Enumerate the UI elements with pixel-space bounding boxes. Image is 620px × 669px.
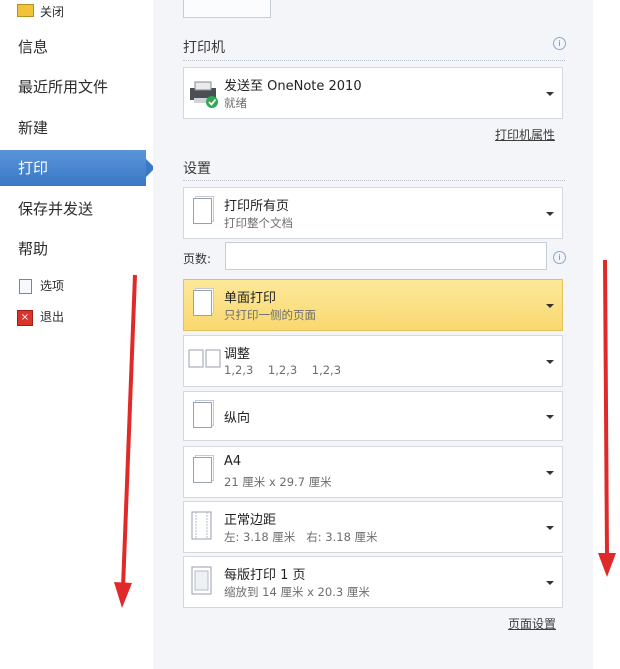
- paper-icon: [193, 457, 212, 483]
- margins-main: 正常边距: [224, 513, 277, 528]
- portrait-icon: [193, 402, 212, 428]
- nav-new[interactable]: 新建: [0, 110, 153, 146]
- nav-help-label: 帮助: [18, 240, 49, 258]
- paper-main: A4: [224, 454, 242, 469]
- sides-dropdown[interactable]: 单面打印 只打印一侧的页面: [183, 279, 563, 331]
- down-arrow-annotation-right: [598, 259, 616, 577]
- chevron-down-icon: [546, 581, 554, 585]
- chevron-down-icon: [546, 360, 554, 364]
- nav-print-label: 打印: [18, 159, 49, 177]
- backstage-nav: 关闭 信息 最近所用文件 新建 打印 保存并发送 帮助 选项 × 退出: [0, 0, 155, 669]
- margins-icon: [191, 511, 212, 540]
- pages-per-sheet-sub: 缩放到 14 厘米 x 20.3 厘米: [224, 585, 370, 599]
- margins-sub: 左: 3.18 厘米 右: 3.18 厘米: [224, 530, 378, 544]
- info-icon[interactable]: i: [553, 251, 566, 264]
- collate-icon: [188, 349, 221, 368]
- exit-icon: ×: [17, 310, 33, 326]
- nav-print[interactable]: 打印: [0, 150, 155, 186]
- printer-status: 就绪: [224, 96, 247, 110]
- nav-close[interactable]: 关闭: [0, 0, 153, 24]
- divider: [183, 180, 565, 181]
- chevron-down-icon: [546, 92, 554, 96]
- collate-main: 调整: [224, 347, 251, 362]
- print-range-dropdown[interactable]: 打印所有页 打印整个文档: [183, 187, 563, 239]
- nav-exit-label: 退出: [40, 310, 65, 324]
- printer-dropdown[interactable]: 发送至 OneNote 2010 就绪: [183, 67, 563, 119]
- settings-section-title: 设置: [183, 161, 211, 177]
- right-margin: [593, 0, 620, 669]
- chevron-down-icon: [546, 304, 554, 308]
- folder-icon: [17, 4, 34, 17]
- nav-save-send[interactable]: 保存并发送: [0, 191, 153, 227]
- nav-help[interactable]: 帮助: [0, 231, 153, 267]
- single-sided-icon: [193, 290, 212, 316]
- divider: [183, 60, 565, 61]
- print-panel: 打印机 i 发送至 OneNote 2010 就绪 打印机属性 设置 打印所有页…: [153, 0, 593, 669]
- pages-icon: [193, 198, 212, 224]
- nav-save-send-label: 保存并发送: [18, 200, 94, 218]
- collate-dropdown[interactable]: 调整 1,2,3 1,2,3 1,2,3: [183, 335, 563, 387]
- nav-new-label: 新建: [18, 119, 49, 137]
- paper-sub: 21 厘米 x 29.7 厘米: [224, 475, 332, 489]
- printer-name: 发送至 OneNote 2010: [224, 79, 362, 94]
- orientation-dropdown[interactable]: 纵向: [183, 391, 563, 441]
- printer-properties-link[interactable]: 打印机属性: [495, 126, 555, 143]
- chevron-down-icon: [546, 471, 554, 475]
- collate-sub: 1,2,3 1,2,3 1,2,3: [224, 363, 342, 377]
- pages-per-sheet-main: 每版打印 1 页: [224, 568, 306, 583]
- print-range-main: 打印所有页: [224, 199, 290, 214]
- nav-info-label: 信息: [18, 38, 49, 56]
- pages-label: 页数:: [183, 252, 212, 266]
- nav-info[interactable]: 信息: [0, 29, 153, 65]
- print-range-sub: 打印整个文档: [224, 216, 293, 230]
- chevron-down-icon: [546, 526, 554, 530]
- chevron-down-icon: [546, 415, 554, 419]
- info-icon[interactable]: i: [553, 37, 566, 50]
- nav-close-label: 关闭: [40, 5, 65, 19]
- printer-section-title: 打印机: [183, 40, 225, 56]
- pages-per-sheet-dropdown[interactable]: 每版打印 1 页 缩放到 14 厘米 x 20.3 厘米: [183, 556, 563, 608]
- paper-size-dropdown[interactable]: A4 21 厘米 x 29.7 厘米: [183, 446, 563, 498]
- nav-recent-label: 最近所用文件: [18, 78, 109, 96]
- sides-main: 单面打印: [224, 291, 277, 306]
- pages-per-sheet-icon: [191, 566, 212, 595]
- down-arrow-annotation-left: [114, 274, 137, 608]
- sides-sub: 只打印一侧的页面: [224, 308, 316, 322]
- printer-icon: [190, 81, 218, 108]
- pages-input[interactable]: [225, 242, 547, 270]
- page-setup-link[interactable]: 页面设置: [508, 615, 556, 632]
- document-icon: [19, 279, 32, 294]
- chevron-down-icon: [546, 212, 554, 216]
- margins-dropdown[interactable]: 正常边距 左: 3.18 厘米 右: 3.18 厘米: [183, 501, 563, 553]
- nav-options-label: 选项: [40, 279, 65, 293]
- print-button[interactable]: [183, 0, 271, 18]
- orientation-main: 纵向: [224, 411, 251, 426]
- nav-recent[interactable]: 最近所用文件: [0, 69, 153, 105]
